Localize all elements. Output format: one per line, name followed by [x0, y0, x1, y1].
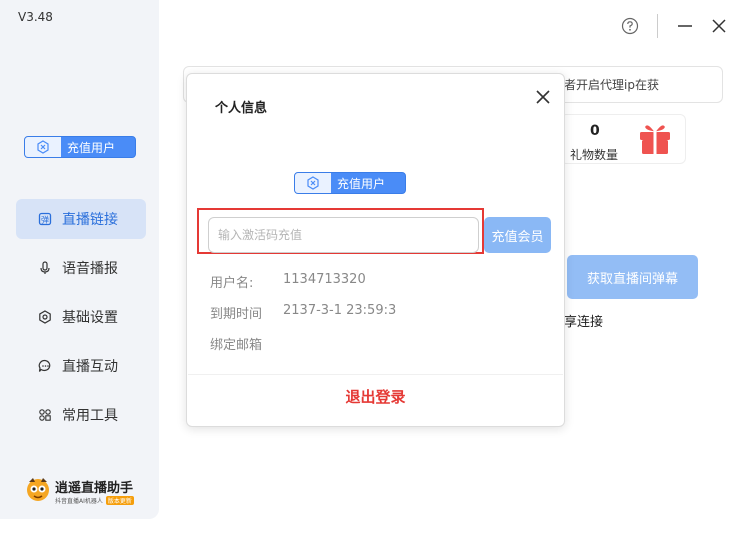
app-logo: 逍遥直播助手 抖音直播AI机器人 版本更新	[25, 476, 134, 506]
sidebar-item-settings[interactable]: 基础设置	[16, 297, 146, 337]
tools-grid-icon	[38, 408, 52, 422]
fetch-danmaku-button[interactable]: 获取直播间弹幕	[567, 255, 698, 299]
chat-icon	[38, 359, 52, 373]
vip-badge-label: 充值用户	[337, 176, 386, 191]
email-label: 绑定邮箱	[210, 338, 263, 353]
personal-info-dialog: 个人信息 充值用户 充值会员 用户名: 1134713320 到期时间 2137…	[186, 73, 565, 427]
sidebar-item-voice[interactable]: 语音播报	[16, 248, 146, 288]
vip-shield-icon	[25, 137, 61, 157]
logo-subtitle: 抖音直播AI机器人	[55, 498, 103, 505]
logout-button[interactable]: 退出登录	[187, 386, 564, 407]
close-icon[interactable]	[709, 16, 729, 36]
dialog-title: 个人信息	[215, 101, 268, 116]
mascot-logo-icon	[27, 478, 49, 501]
update-tag[interactable]: 版本更新	[105, 496, 134, 505]
sidebar: V3.48 充值用户 弹 直播链接 语音播报 基础设置 直播互动 常用工具 逍遥…	[0, 0, 159, 519]
sidebar-item-interaction[interactable]: 直播互动	[16, 346, 146, 386]
logo-brand-text: 逍遥直播助手	[55, 481, 134, 496]
vip-badge-label: 充值用户	[67, 140, 116, 155]
live-link-icon: 弹	[38, 212, 52, 226]
microphone-icon	[38, 261, 52, 275]
proxy-hint-text: 者开启代理ip在获	[564, 78, 659, 92]
dialog-close-icon[interactable]	[533, 87, 553, 107]
activation-code-input[interactable]	[208, 217, 479, 253]
gift-count-label: 礼物数量	[570, 148, 619, 162]
sidebar-nav: 弹 直播链接 语音播报 基础设置 直播互动 常用工具	[16, 199, 146, 444]
username-value: 1134713320	[283, 272, 366, 287]
version-label: V3.48	[18, 10, 53, 24]
gift-icon	[640, 124, 670, 154]
username-row: 用户名: 1134713320	[210, 272, 366, 291]
dialog-vip-badge: 充值用户	[294, 172, 406, 194]
expiry-label: 到期时间	[210, 307, 263, 322]
dialog-divider	[188, 374, 563, 375]
username-label: 用户名:	[210, 276, 254, 291]
share-connect-text: 享连接	[564, 315, 604, 330]
gear-icon	[38, 310, 52, 324]
vip-badge[interactable]: 充值用户	[24, 136, 136, 158]
sidebar-item-label: 直播链接	[62, 212, 118, 228]
expiry-row: 到期时间 2137-3-1 23:59:3	[210, 303, 396, 322]
sidebar-item-label: 常用工具	[62, 408, 118, 424]
recharge-button[interactable]: 充值会员	[484, 217, 551, 253]
sidebar-item-live-link[interactable]: 弹 直播链接	[16, 199, 146, 239]
sidebar-item-label: 基础设置	[62, 310, 118, 326]
sidebar-item-label: 直播互动	[62, 359, 118, 375]
sidebar-item-label: 语音播报	[62, 261, 118, 277]
minimize-icon[interactable]	[675, 16, 695, 36]
vip-shield-icon	[295, 173, 331, 193]
email-row: 绑定邮箱	[210, 334, 262, 353]
help-icon[interactable]	[620, 16, 640, 36]
svg-text:弹: 弹	[41, 215, 49, 225]
gift-count: 0	[590, 123, 600, 139]
title-divider	[657, 14, 658, 38]
expiry-value: 2137-3-1 23:59:3	[283, 303, 397, 318]
sidebar-item-tools[interactable]: 常用工具	[16, 395, 146, 435]
